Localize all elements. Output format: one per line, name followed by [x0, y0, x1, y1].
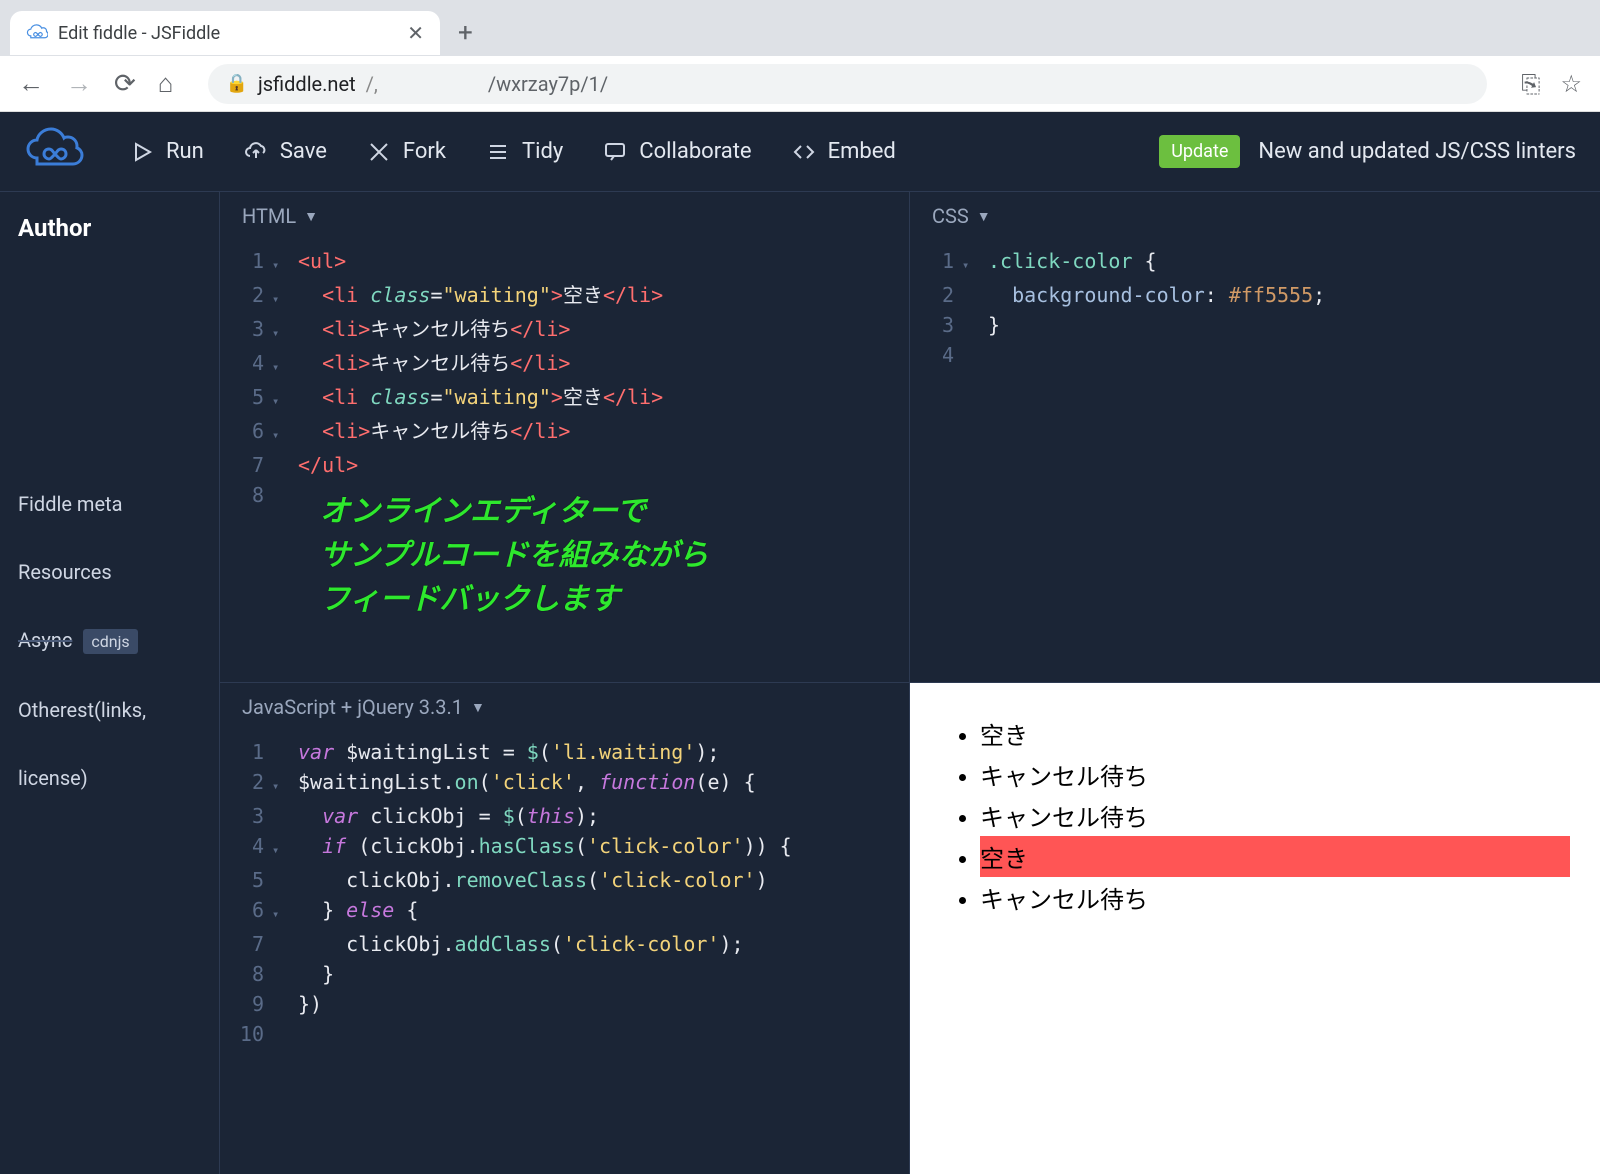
line-number: 2	[230, 280, 272, 310]
chat-icon	[603, 140, 627, 164]
line-number: 8	[230, 959, 272, 989]
new-tab-button[interactable]: +	[458, 18, 473, 48]
sidebar-other-links[interactable]: Otherest(links,	[18, 694, 201, 726]
chevron-down-icon: ▼	[977, 208, 991, 225]
line-number: 3	[230, 314, 272, 344]
line-number: 1	[230, 246, 272, 276]
line-number: 1	[230, 737, 272, 767]
result-body[interactable]: 空き キャンセル待ち キャンセル待ち 空き キャンセル待ち	[910, 683, 1600, 948]
tidy-label: Tidy	[522, 139, 563, 164]
linters-text[interactable]: New and updated JS/CSS linters	[1258, 139, 1576, 164]
line-number: 3	[920, 310, 962, 340]
reload-button[interactable]: ⟳	[114, 69, 136, 99]
line-number: 6	[230, 895, 272, 925]
url-host: jsfiddle.net	[258, 72, 356, 96]
browser-chrome: Edit fiddle - JSFiddle ✕ + ← → ⟳ ⌂ 🔒 jsf…	[0, 0, 1600, 112]
home-button[interactable]: ⌂	[158, 68, 174, 99]
line-number: 6	[230, 416, 272, 446]
run-button[interactable]: Run	[116, 129, 218, 174]
line-number: 4	[230, 831, 272, 861]
lock-icon: 🔒	[226, 73, 248, 94]
html-pane-label: HTML	[242, 204, 296, 228]
list-item[interactable]: キャンセル待ち	[980, 877, 1570, 918]
cdnjs-badge: cdnjs	[83, 629, 137, 654]
chevron-down-icon: ▼	[471, 699, 485, 716]
sidebar-license[interactable]: license)	[18, 762, 201, 794]
line-number: 1	[920, 246, 962, 276]
sidebar-author-heading: Author	[18, 214, 201, 242]
html-pane-header[interactable]: HTML ▼	[220, 192, 909, 240]
line-number: 4	[230, 348, 272, 378]
embed-icon	[792, 140, 816, 164]
html-pane: HTML ▼ 1▾<ul> 2▾ <li class="waiting">空き<…	[220, 192, 910, 683]
tidy-icon	[486, 140, 510, 164]
async-strike-label: Async	[18, 628, 72, 652]
css-pane-header[interactable]: CSS ▼	[910, 192, 1600, 240]
tab-bar: Edit fiddle - JSFiddle ✕ +	[0, 0, 1600, 56]
list-item[interactable]: キャンセル待ち	[980, 754, 1570, 795]
forward-button[interactable]: →	[66, 68, 92, 99]
embed-label: Embed	[828, 139, 896, 164]
line-number: 2	[920, 280, 962, 310]
sidebar-resources[interactable]: Resources	[18, 556, 201, 588]
fork-icon	[367, 140, 391, 164]
back-button[interactable]: ←	[18, 68, 44, 99]
line-number: 8	[230, 480, 272, 510]
save-button[interactable]: Save	[230, 129, 341, 174]
tidy-button[interactable]: Tidy	[472, 129, 577, 174]
jsfiddle-favicon-icon	[26, 22, 48, 44]
workspace: Author Fiddle meta Resources Async cdnjs…	[0, 192, 1600, 1174]
line-number: 3	[230, 801, 272, 831]
play-icon	[130, 140, 154, 164]
js-pane: JavaScript + jQuery 3.3.1 ▼ 1var $waitin…	[220, 683, 910, 1174]
css-pane-label: CSS	[932, 204, 969, 228]
chevron-down-icon: ▼	[304, 208, 318, 225]
line-number: 9	[230, 989, 272, 1019]
fork-label: Fork	[403, 139, 446, 164]
js-editor[interactable]: 1var $waitingList = $('li.waiting'); 2▾$…	[220, 731, 909, 1174]
url-input[interactable]: 🔒 jsfiddle.net /, /wxrzay7p/1/	[208, 64, 1488, 104]
css-editor[interactable]: 1▾.click-color { 2 background-color: #ff…	[910, 240, 1600, 682]
jsfiddle-logo-icon[interactable]	[24, 126, 84, 178]
collaborate-button[interactable]: Collaborate	[589, 129, 765, 174]
url-path: /wxrzay7p/1/	[488, 72, 608, 96]
result-pane: 空き キャンセル待ち キャンセル待ち 空き キャンセル待ち	[910, 683, 1600, 1174]
cloud-save-icon	[244, 140, 268, 164]
line-number: 5	[230, 865, 272, 895]
embed-button[interactable]: Embed	[778, 129, 910, 174]
list-item[interactable]: 空き	[980, 713, 1570, 754]
js-pane-header[interactable]: JavaScript + jQuery 3.3.1 ▼	[220, 683, 909, 731]
line-number: 2	[230, 767, 272, 797]
line-number: 10	[230, 1019, 272, 1049]
result-list: 空き キャンセル待ち キャンセル待ち 空き キャンセル待ち	[940, 713, 1570, 918]
jsfiddle-app: Run Save Fork Tidy Collaborate Embed Upd…	[0, 112, 1600, 1174]
html-editor[interactable]: 1▾<ul> 2▾ <li class="waiting">空き</li> 3▾…	[220, 240, 909, 682]
bookmark-star-icon[interactable]: ☆	[1560, 70, 1582, 98]
save-label: Save	[280, 139, 327, 164]
browser-tab[interactable]: Edit fiddle - JSFiddle ✕	[10, 11, 440, 55]
tab-title: Edit fiddle - JSFiddle	[58, 23, 220, 44]
url-mid: /,	[366, 72, 378, 96]
line-number: 7	[230, 450, 272, 480]
close-tab-icon[interactable]: ✕	[407, 21, 424, 45]
line-number: 4	[920, 340, 962, 370]
collaborate-label: Collaborate	[639, 139, 751, 164]
run-label: Run	[166, 139, 204, 164]
line-number: 7	[230, 929, 272, 959]
translate-icon[interactable]: ⎘	[1521, 70, 1540, 98]
update-badge[interactable]: Update	[1159, 135, 1240, 168]
address-bar: ← → ⟳ ⌂ 🔒 jsfiddle.net/, /wxrzay7p/1/ ⎘ …	[0, 56, 1600, 112]
css-pane: CSS ▼ 1▾.click-color { 2 background-colo…	[910, 192, 1600, 683]
sidebar-async[interactable]: Async cdnjs	[18, 624, 201, 658]
line-number: 5	[230, 382, 272, 412]
panes: HTML ▼ 1▾<ul> 2▾ <li class="waiting">空き<…	[220, 192, 1600, 1174]
sidebar-fiddle-meta[interactable]: Fiddle meta	[18, 488, 201, 520]
list-item-highlighted[interactable]: 空き	[980, 836, 1570, 877]
fork-button[interactable]: Fork	[353, 129, 460, 174]
js-pane-label: JavaScript + jQuery 3.3.1	[242, 695, 463, 719]
sidebar: Author Fiddle meta Resources Async cdnjs…	[0, 192, 220, 1174]
list-item[interactable]: キャンセル待ち	[980, 795, 1570, 836]
app-header: Run Save Fork Tidy Collaborate Embed Upd…	[0, 112, 1600, 192]
